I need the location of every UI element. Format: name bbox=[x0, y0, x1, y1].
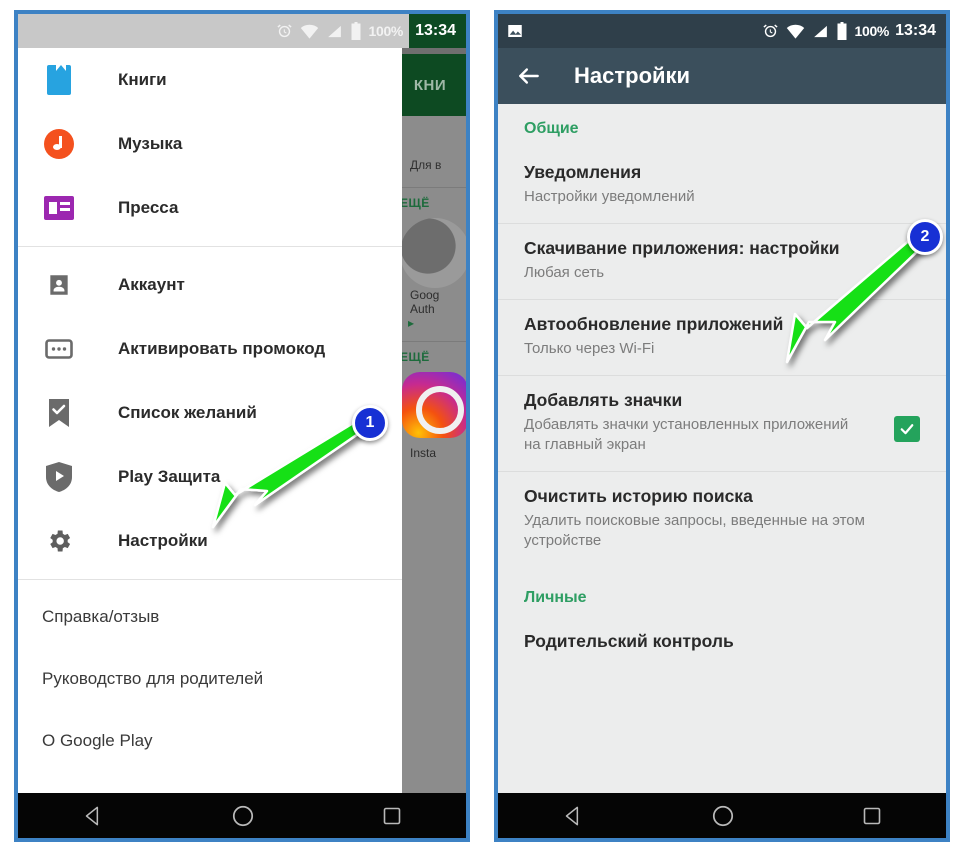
settings-row-subtitle: Добавлять значки установленных приложени… bbox=[524, 416, 849, 453]
drawer-divider bbox=[18, 579, 402, 580]
page-title: Настройки bbox=[574, 63, 691, 88]
gear-icon bbox=[42, 524, 76, 558]
status-bar-time: 13:34 bbox=[415, 22, 456, 39]
section-heading-general: Общие bbox=[524, 120, 579, 137]
section-heading-personal: Личные bbox=[524, 589, 587, 606]
battery-charging-icon bbox=[351, 22, 361, 40]
account-icon bbox=[42, 268, 76, 302]
right-system-nav-bar bbox=[498, 793, 946, 838]
nav-home-circle-icon[interactable] bbox=[230, 803, 256, 829]
background-app-name-2: Insta bbox=[410, 446, 437, 460]
drawer-item-music[interactable]: Музыка bbox=[18, 112, 402, 176]
settings-list[interactable]: Общие Уведомления Настройки уведомлений … bbox=[498, 104, 946, 793]
drawer-item-label: Аккаунт bbox=[118, 275, 185, 294]
nav-recents-square-icon[interactable] bbox=[860, 804, 884, 828]
status-bar-right: 100% 13:34 bbox=[762, 22, 938, 40]
wifi-icon bbox=[301, 24, 319, 39]
status-bar-right: 100% 13:34 bbox=[276, 14, 466, 48]
settings-row-clear-search-history[interactable]: Очистить историю поиска Удалить поисковы… bbox=[498, 472, 946, 567]
settings-row-subtitle: Настройки уведомлений bbox=[524, 188, 695, 205]
nav-recents-square-icon[interactable] bbox=[380, 804, 404, 828]
settings-row-title: Родительский контроль bbox=[524, 631, 734, 651]
redeem-icon bbox=[42, 332, 76, 366]
drawer-item-label: Справка/отзыв bbox=[42, 607, 160, 626]
play-protect-shield-icon bbox=[42, 460, 76, 494]
drawer-item-books[interactable]: Книги bbox=[18, 48, 402, 112]
alarm-icon bbox=[277, 24, 293, 37]
add-icons-checkbox[interactable] bbox=[894, 416, 920, 442]
left-status-bar: 100% 13:34 bbox=[18, 14, 466, 48]
nav-back-triangle-icon[interactable] bbox=[80, 803, 106, 829]
drawer-item-redeem[interactable]: Активировать промокод bbox=[18, 317, 402, 381]
settings-row-subtitle: Удалить поисковые запросы, введенные на … bbox=[524, 512, 865, 549]
settings-app-bar: Настройки bbox=[498, 48, 946, 104]
background-app-icon-2 bbox=[402, 372, 466, 438]
wifi-icon bbox=[787, 24, 805, 39]
status-bar-time-wrap: 13:34 bbox=[895, 22, 938, 40]
drawer-item-label: О Google Play bbox=[42, 731, 153, 750]
background-app-icon-1 bbox=[400, 218, 466, 288]
arrow-back-icon[interactable] bbox=[516, 63, 542, 89]
nav-home-circle-icon[interactable] bbox=[710, 803, 736, 829]
settings-row-parental-controls[interactable]: Родительский контроль bbox=[498, 617, 946, 668]
callout-badge-1: 1 bbox=[352, 405, 388, 441]
right-status-bar: 100% 13:34 bbox=[498, 14, 946, 48]
background-more-button-2: ЕЩЁ bbox=[400, 350, 430, 364]
battery-percent: 100% bbox=[854, 23, 890, 39]
drawer-item-label: Пресса bbox=[118, 198, 179, 217]
photo-icon bbox=[508, 25, 522, 37]
settings-row-title: Очистить историю поиска bbox=[524, 486, 753, 506]
drawer-item-label: Руководство для родителей bbox=[42, 669, 264, 688]
drawer-item-parent-guide[interactable]: Руководство для родителей bbox=[18, 648, 402, 710]
background-play-store-strip: КНИ Для в ЕЩЁ Goog Auth ▸ ЕЩЁ Insta bbox=[394, 14, 466, 838]
alarm-icon bbox=[763, 24, 779, 37]
settings-row-title: Добавлять значки bbox=[524, 390, 683, 410]
right-phone-frame: 100% 13:34 Настройки Общие Уведомления Н… bbox=[494, 10, 950, 842]
battery-percent: 100% bbox=[368, 23, 404, 39]
background-row-text: Для в bbox=[410, 158, 442, 172]
settings-row-notifications[interactable]: Уведомления Настройки уведомлений bbox=[498, 148, 946, 224]
settings-row-title: Уведомления bbox=[524, 162, 642, 182]
signal-icon bbox=[814, 25, 828, 37]
music-note-icon bbox=[42, 127, 76, 161]
nav-back-triangle-icon[interactable] bbox=[560, 803, 586, 829]
drawer-item-label: Музыка bbox=[118, 134, 183, 153]
drawer-item-account[interactable]: Аккаунт bbox=[18, 253, 402, 317]
status-bar-time: 13:34 bbox=[895, 22, 936, 39]
left-system-nav-bar bbox=[18, 793, 466, 838]
background-more-button-1: ЕЩЁ bbox=[400, 196, 430, 210]
screenshot-stage: КНИ Для в ЕЩЁ Goog Auth ▸ ЕЩЁ Insta 100%… bbox=[0, 0, 963, 849]
check-icon bbox=[900, 424, 914, 435]
drawer-divider bbox=[18, 246, 402, 247]
background-tab: КНИ bbox=[394, 54, 466, 116]
status-bar-time-wrap: 13:34 bbox=[409, 14, 466, 48]
wishlist-bookmark-icon bbox=[42, 396, 76, 430]
drawer-item-label: Книги bbox=[118, 70, 167, 89]
drawer-item-label: Активировать промокод bbox=[118, 339, 326, 358]
drawer-item-help[interactable]: Справка/отзыв bbox=[18, 586, 402, 648]
background-app-name-1-line1: Goog bbox=[410, 288, 440, 302]
status-bar-left bbox=[506, 22, 762, 40]
background-app-name-1-line2: Auth bbox=[410, 302, 435, 316]
signal-icon bbox=[328, 25, 342, 37]
drawer-item-about-google-play[interactable]: О Google Play bbox=[18, 710, 402, 772]
battery-charging-icon bbox=[837, 22, 847, 40]
newspaper-icon bbox=[42, 191, 76, 225]
book-icon bbox=[42, 63, 76, 97]
callout-badge-2: 2 bbox=[907, 219, 943, 255]
drawer-item-press[interactable]: Пресса bbox=[18, 176, 402, 240]
